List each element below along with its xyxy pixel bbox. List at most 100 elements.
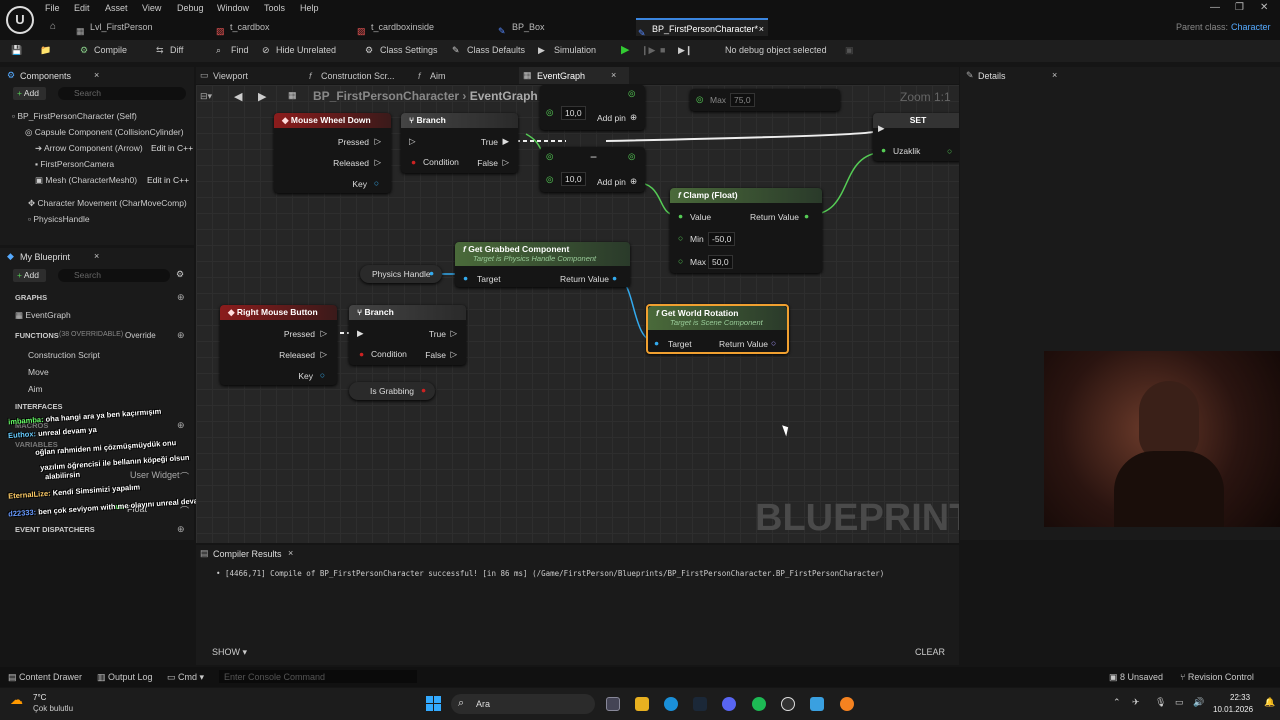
- node-mouse-wheel-down[interactable]: ◆ Mouse Wheel Down Pressed ▷ Released ▷ …: [274, 113, 391, 193]
- graph-nav-icon[interactable]: ⊟▾: [200, 91, 212, 102]
- node-physics-handle-getter[interactable]: Physics Handle ●: [360, 265, 442, 283]
- add-macro-icon[interactable]: ⊕: [177, 420, 185, 431]
- close-panel-icon[interactable]: ×: [1052, 70, 1057, 80]
- browse-icon[interactable]: 📁: [40, 45, 51, 56]
- revision-control-button[interactable]: ⑂ Revision Control: [1180, 672, 1254, 682]
- min-value-input[interactable]: -50,0: [708, 232, 736, 246]
- clear-button[interactable]: CLEAR: [915, 647, 945, 657]
- pin-key[interactable]: Key: [298, 371, 313, 381]
- add-member-button[interactable]: + Add: [13, 269, 46, 282]
- pin-false[interactable]: False: [477, 158, 498, 168]
- maximize-icon[interactable]: ❐: [1235, 2, 1244, 13]
- node-partial-max[interactable]: ◎ Max 75,0: [690, 89, 840, 111]
- component-self[interactable]: ▫ BP_FirstPersonCharacter (Self): [12, 111, 137, 121]
- class-settings-button[interactable]: Class Settings: [380, 45, 438, 55]
- pin-false[interactable]: False: [425, 350, 446, 360]
- float-pin-icon[interactable]: ●: [804, 211, 809, 221]
- tab-t-cardbox[interactable]: ▨ t_cardbox: [214, 18, 344, 36]
- component-capsule[interactable]: ◎ Capsule Component (CollisionCylinder): [25, 127, 184, 138]
- node-get-grabbed-component[interactable]: f Get Grabbed Component Target is Physics…: [455, 242, 630, 287]
- function-construction-script[interactable]: Construction Script: [28, 350, 100, 360]
- float-pin-icon[interactable]: ○: [947, 146, 952, 156]
- node-add[interactable]: ◎ 10,0 Add pin ⊕ ◎: [540, 85, 645, 130]
- node-right-mouse-button[interactable]: ◆ Right Mouse Button Pressed ▷ Released …: [220, 305, 337, 385]
- pin-true[interactable]: True: [429, 329, 446, 339]
- blender-icon[interactable]: [840, 697, 854, 711]
- pin-max[interactable]: Max: [690, 257, 706, 267]
- tab-viewport[interactable]: Viewport: [213, 71, 248, 81]
- content-drawer-button[interactable]: ▤ Content Drawer: [8, 672, 82, 683]
- step-icon[interactable]: ▶❙: [678, 45, 692, 56]
- cmd-dropdown[interactable]: ▭ Cmd ▾: [167, 672, 204, 683]
- pin-return-value[interactable]: Return Value: [750, 212, 799, 222]
- gear-icon[interactable]: ⚙: [176, 269, 184, 280]
- compile-button[interactable]: Compile: [94, 45, 127, 55]
- functions-section[interactable]: FUNCTIONS: [15, 331, 59, 340]
- tab-eventgraph[interactable]: ▦ EventGraph ×: [519, 67, 629, 84]
- max-value-input[interactable]: 75,0: [730, 93, 755, 107]
- pin-condition[interactable]: Condition: [371, 349, 407, 359]
- node-subtract[interactable]: ◎ − ◎ ◎ 10,0 Add pin ⊕: [540, 147, 645, 192]
- exec-pin-icon[interactable]: ▷: [374, 136, 381, 147]
- function-aim[interactable]: Aim: [28, 384, 43, 394]
- tab-lvl-firstperson[interactable]: ▦ Lvl_FirstPerson: [74, 18, 224, 36]
- exec-pin-icon[interactable]: ▷: [320, 328, 327, 339]
- vscode-icon[interactable]: [810, 697, 824, 711]
- close-tab-icon[interactable]: ×: [759, 20, 764, 38]
- exec-pin-icon[interactable]: ▷: [374, 157, 381, 168]
- pin-min[interactable]: Min: [690, 234, 704, 244]
- pin-true[interactable]: True: [481, 137, 498, 147]
- close-tab-icon[interactable]: ×: [611, 70, 616, 80]
- clock-time[interactable]: 22:33: [1230, 693, 1250, 702]
- node-set-uzaklik[interactable]: SET ▶ ● Uzaklik ○: [873, 113, 959, 161]
- add-component-button[interactable]: + Add: [13, 87, 46, 100]
- save-icon[interactable]: 💾: [11, 45, 22, 56]
- unsaved-button[interactable]: ▣ 8 Unsaved: [1109, 672, 1163, 683]
- microphone-icon[interactable]: 🎙: [1155, 697, 1166, 708]
- edit-cpp-link[interactable]: Edit in C++: [151, 143, 193, 153]
- exec-pin-icon[interactable]: ▶: [357, 328, 364, 339]
- add-pin-icon[interactable]: ⊕: [630, 176, 637, 187]
- pin-target[interactable]: Target: [477, 274, 501, 284]
- component-camera[interactable]: ▪ FirstPersonCamera: [35, 159, 114, 169]
- volume-icon[interactable]: 🔊: [1193, 697, 1204, 708]
- pin-released[interactable]: Released: [279, 350, 315, 360]
- menu-window[interactable]: Window: [217, 3, 249, 13]
- console-input[interactable]: Enter Console Command: [219, 670, 417, 683]
- minimize-icon[interactable]: —: [1210, 2, 1220, 13]
- add-graph-icon[interactable]: ⊕: [177, 292, 185, 303]
- windows-start-icon[interactable]: [426, 696, 441, 711]
- close-panel-icon[interactable]: ×: [288, 548, 293, 558]
- component-physicshandle[interactable]: ▫ PhysicsHandle: [28, 214, 90, 224]
- component-mesh[interactable]: ▣ Mesh (CharacterMesh0): [35, 175, 137, 186]
- network-icon[interactable]: ▭: [1175, 697, 1184, 708]
- subtract-value-input[interactable]: 10,0: [561, 172, 586, 186]
- function-move[interactable]: Move: [28, 367, 49, 377]
- steam-icon[interactable]: [693, 697, 707, 711]
- simulation-button[interactable]: Simulation: [554, 45, 596, 55]
- graphs-section[interactable]: GRAPHS: [15, 293, 47, 302]
- object-pin-icon[interactable]: ●: [429, 268, 434, 278]
- discord-icon[interactable]: [722, 697, 736, 711]
- exec-pin-icon[interactable]: ▷: [320, 349, 327, 360]
- add-pin-icon[interactable]: ⊕: [630, 112, 637, 123]
- bool-pin-icon[interactable]: ●: [421, 385, 426, 395]
- float-pin-icon[interactable]: ◎: [628, 88, 635, 99]
- object-pin-icon[interactable]: ●: [463, 273, 468, 283]
- override-dropdown[interactable]: Override: [125, 331, 156, 340]
- tab-construction-script[interactable]: Construction Scr...: [321, 71, 395, 81]
- tray-expand-icon[interactable]: ⌃: [1113, 697, 1121, 708]
- components-search-input[interactable]: Search: [58, 87, 186, 100]
- forward-icon[interactable]: ▶: [258, 90, 266, 103]
- float-pin-icon[interactable]: ●: [881, 145, 886, 155]
- exec-pin-icon[interactable]: ▶: [502, 136, 509, 147]
- find-button[interactable]: Find: [231, 45, 249, 55]
- menu-tools[interactable]: Tools: [264, 3, 285, 13]
- debug-browse-icon[interactable]: ▣: [845, 45, 854, 56]
- float-pin-icon[interactable]: ○: [678, 233, 683, 243]
- edge-icon[interactable]: [664, 697, 678, 711]
- pin-released[interactable]: Released: [333, 158, 369, 168]
- add-function-icon[interactable]: ⊕: [177, 330, 185, 341]
- task-view-icon[interactable]: [606, 697, 620, 711]
- object-pin-icon[interactable]: ●: [654, 338, 659, 348]
